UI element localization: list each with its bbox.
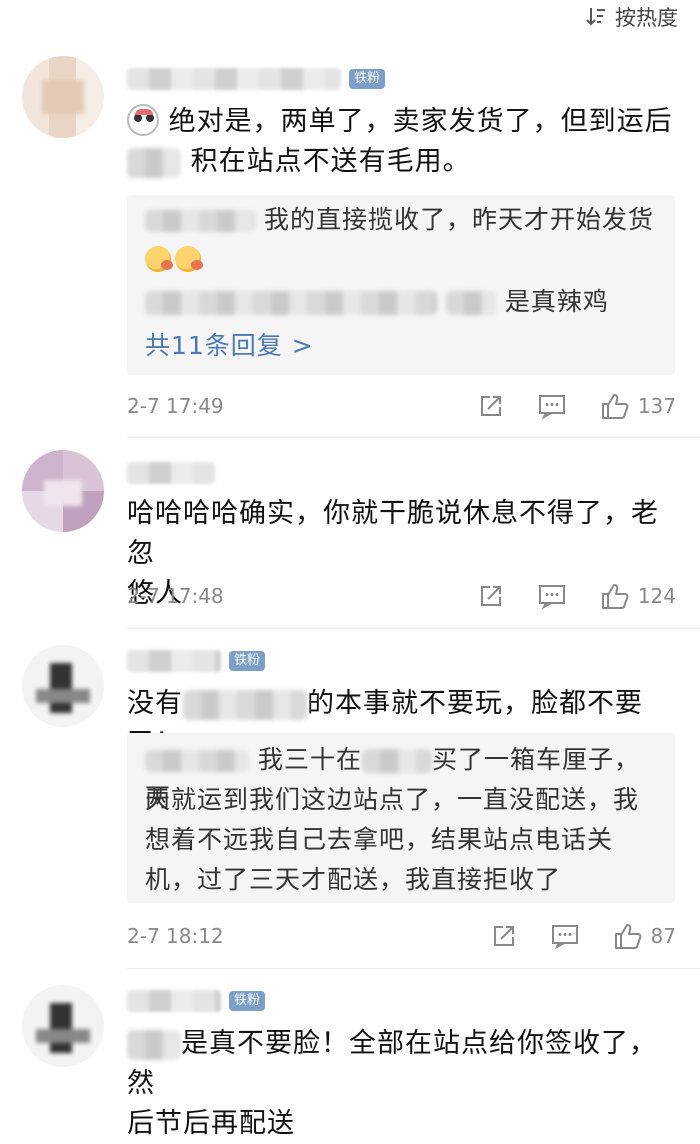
- share-icon: [480, 586, 501, 606]
- reply-item-line: 天就运到我们这边站点了，一直没配送，我: [145, 785, 640, 814]
- redacted-text: [127, 147, 181, 178]
- comment-text: 是真不要脸！全部在站点给你签收了，然 后节后再配送: [127, 1028, 657, 1139]
- username-redacted[interactable]: [127, 990, 221, 1012]
- redacted-text: [127, 1029, 181, 1060]
- timestamp: 2-7 17:49: [127, 394, 224, 418]
- divider: [127, 968, 700, 969]
- comment-meta: 2-7 18:12 87: [127, 920, 676, 952]
- fan-badge: 铁粉: [349, 69, 386, 89]
- avatar[interactable]: [22, 56, 104, 138]
- view-more-replies-link[interactable]: 共11条回复 >: [145, 327, 657, 365]
- comment-icon: [538, 395, 565, 419]
- like-count: 87: [650, 924, 676, 948]
- reply-item-line: 机，过了三天才配送，我直接拒收了: [145, 865, 562, 894]
- reply-box[interactable]: 我三十在 买了一箱车厘子，两 天就运到我们这边站点了，一直没配送，我 想着不远我自…: [127, 733, 675, 903]
- share-button[interactable]: [491, 923, 517, 949]
- emoji-icon: [127, 104, 159, 136]
- redacted-text: [445, 291, 496, 315]
- like-count: 137: [637, 394, 676, 418]
- sort-label: 按热度: [615, 6, 678, 30]
- comment-meta: 2-7 17:48 124: [127, 580, 676, 612]
- comment-meta: 2-7 17:49 137: [127, 390, 676, 422]
- redacted-username: [145, 210, 255, 232]
- avatar[interactable]: [22, 985, 104, 1067]
- redacted-username: [145, 750, 249, 772]
- comment-button[interactable]: [538, 393, 566, 419]
- like-button[interactable]: 137: [600, 392, 676, 420]
- like-icon: [601, 394, 629, 419]
- username-redacted[interactable]: [127, 650, 221, 672]
- fan-badge: 铁粉: [229, 991, 266, 1011]
- comment-icon: [551, 925, 578, 949]
- share-button[interactable]: [478, 393, 504, 419]
- reply-item: 是真辣鸡: [145, 283, 657, 321]
- sort-icon: [586, 8, 605, 26]
- share-button[interactable]: [478, 583, 504, 609]
- like-count: 124: [637, 584, 676, 608]
- like-icon: [614, 924, 641, 949]
- comment-text: 绝对是，两单了，卖家发货了，但到运后 积在站点不送有毛用。: [127, 102, 676, 182]
- avatar[interactable]: [22, 645, 104, 727]
- comment-button[interactable]: [538, 583, 566, 609]
- timestamp: 2-7 17:48: [127, 584, 224, 608]
- reply-box[interactable]: 我的直接揽收了，昨天才开始发货 是真辣鸡 共11条回复 >: [127, 195, 675, 375]
- redacted-text: [183, 689, 307, 720]
- emoji-icon: [145, 246, 173, 272]
- username-redacted[interactable]: [127, 68, 341, 90]
- divider: [127, 437, 700, 438]
- like-icon: [601, 584, 629, 609]
- timestamp: 2-7 18:12: [127, 924, 224, 948]
- share-icon: [480, 396, 501, 416]
- reply-emojis: [145, 241, 657, 279]
- fan-badge: 铁粉: [229, 651, 266, 671]
- like-button[interactable]: 124: [600, 582, 676, 610]
- emoji-icon: [175, 246, 203, 272]
- avatar[interactable]: [22, 450, 104, 532]
- redacted-text: [145, 291, 437, 315]
- share-icon: [493, 926, 514, 946]
- comment-button[interactable]: [551, 923, 579, 949]
- reply-item: 我的直接揽收了，昨天才开始发货: [145, 201, 657, 239]
- reply-item-line: 想着不远我自己去拿吧，结果站点电话关: [145, 825, 614, 854]
- redacted-text: [361, 749, 432, 773]
- username-redacted[interactable]: [127, 462, 215, 484]
- comment-icon: [538, 585, 565, 609]
- like-button[interactable]: 87: [613, 922, 676, 950]
- divider: [127, 628, 700, 629]
- sort-by-heat-button[interactable]: 按热度: [585, 0, 678, 34]
